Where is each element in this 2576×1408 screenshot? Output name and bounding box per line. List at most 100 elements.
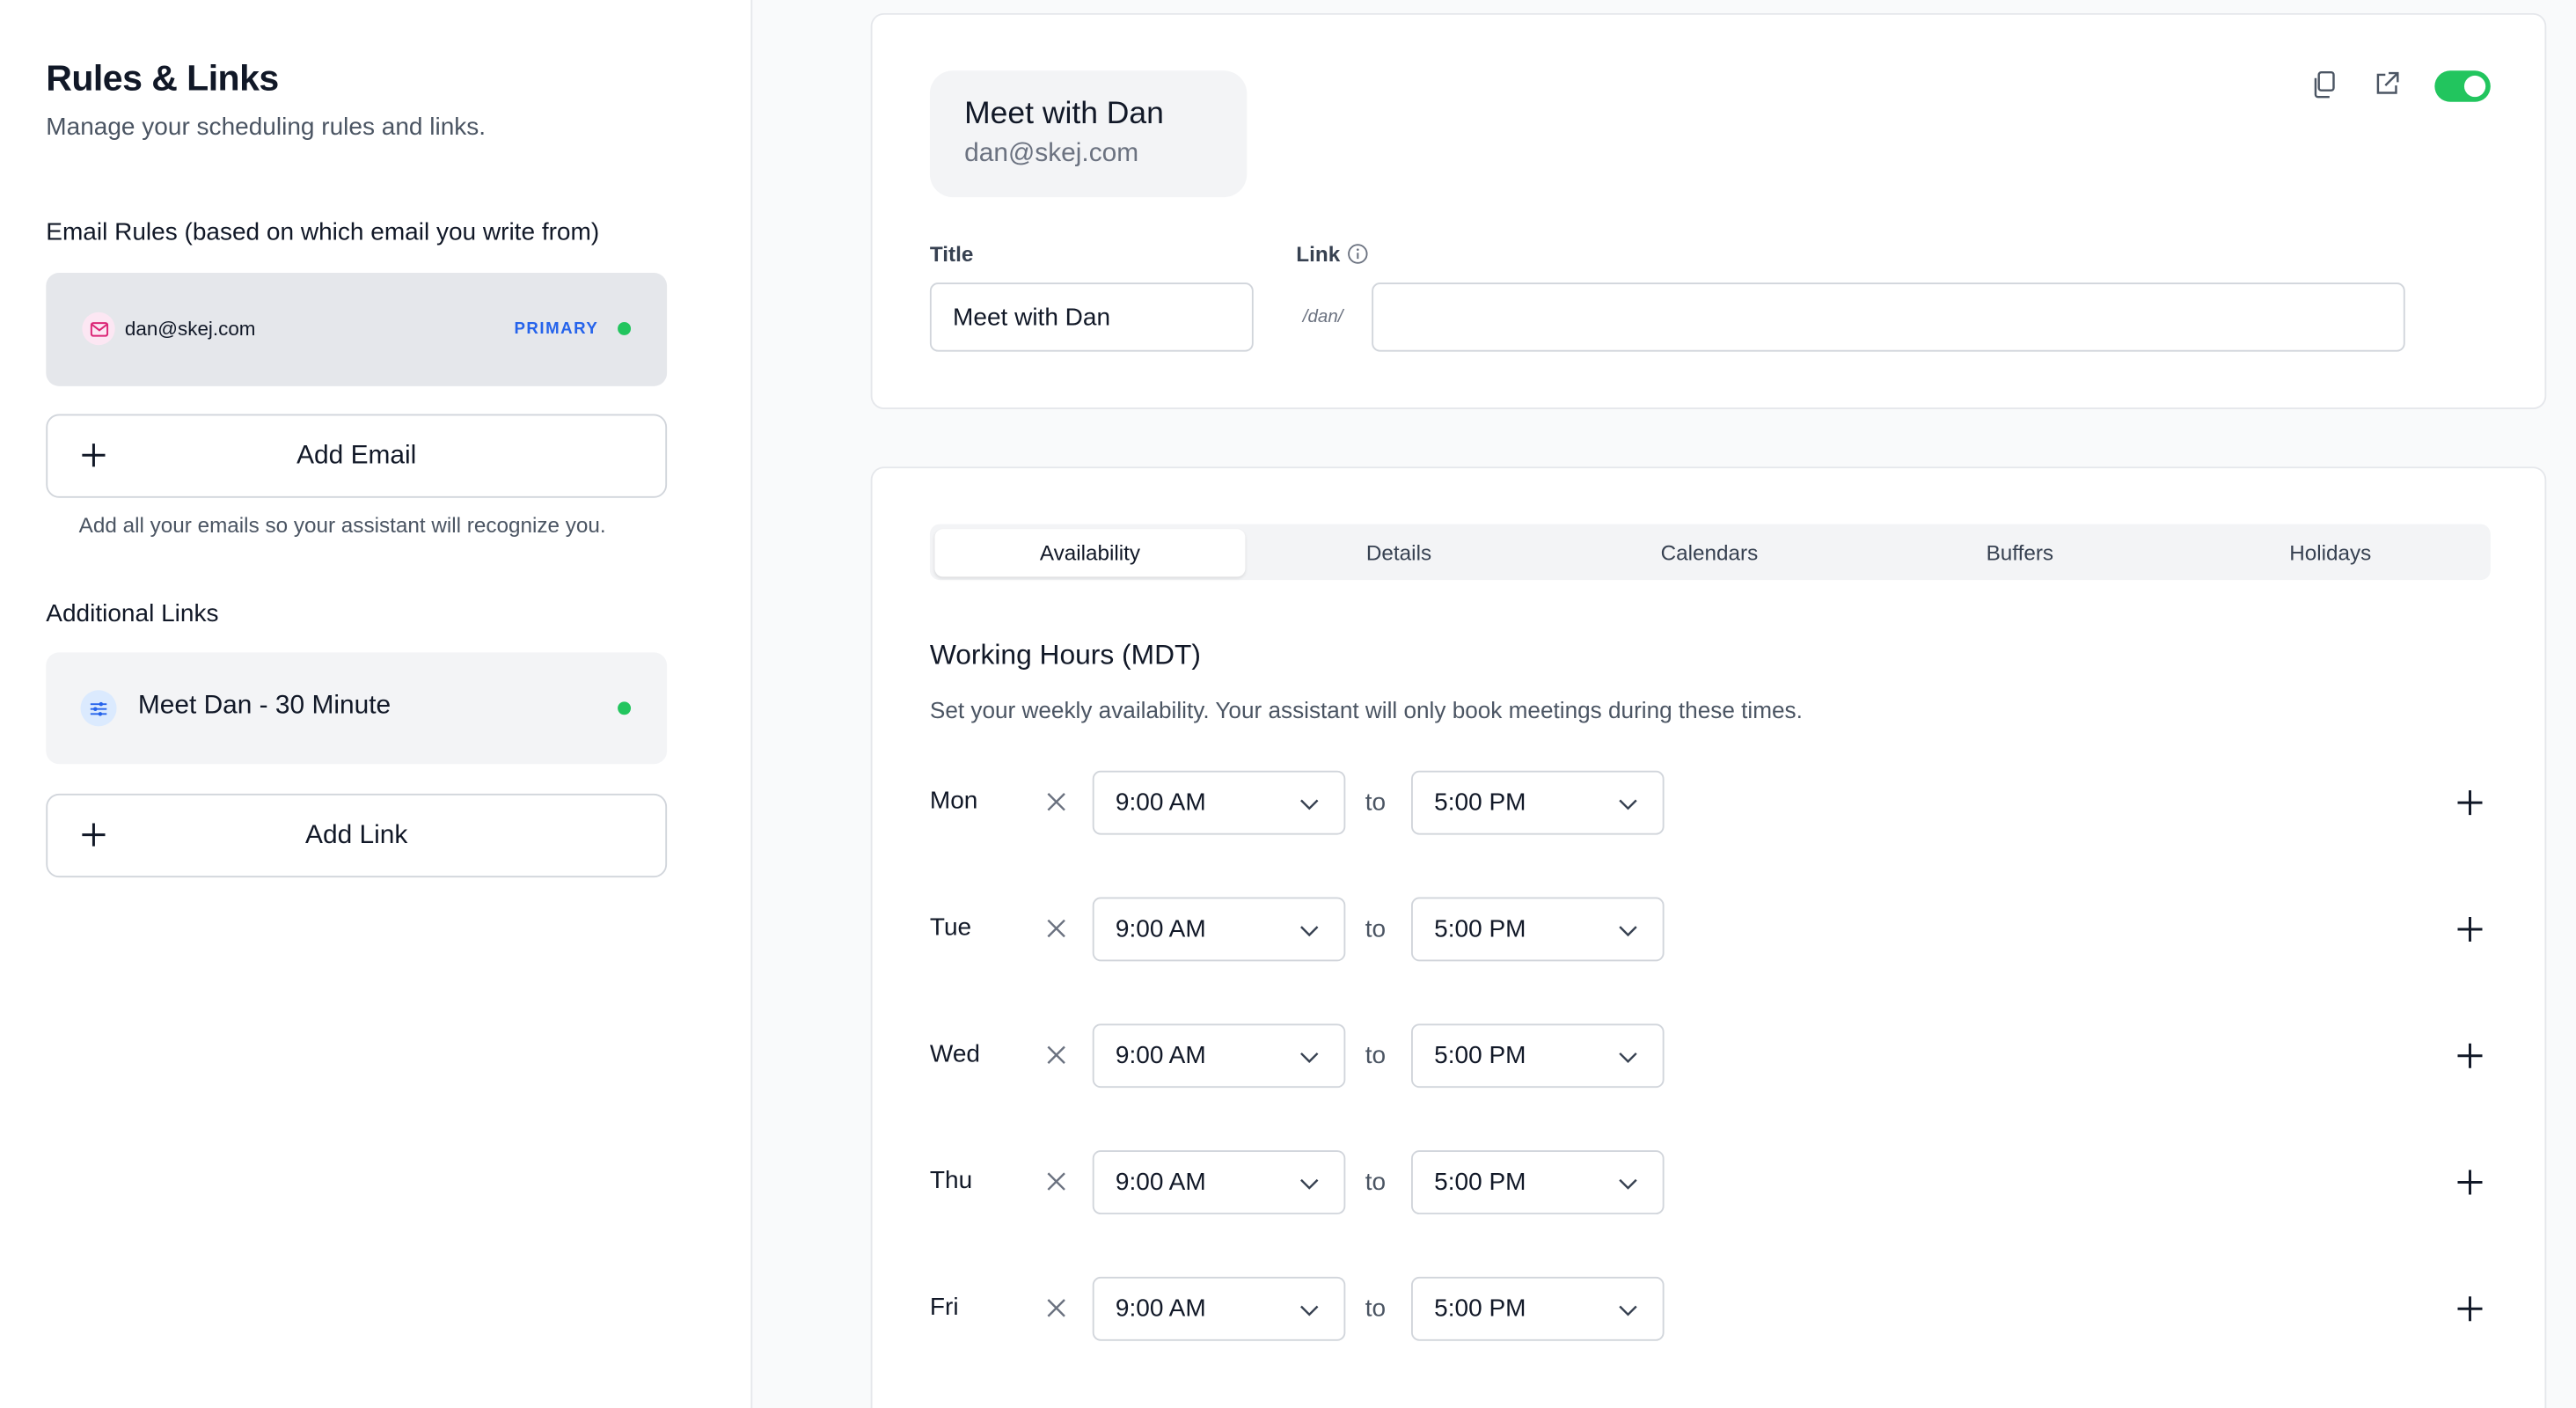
- tab-details[interactable]: Details: [1244, 529, 1555, 576]
- end-time-value: 5:00 PM: [1434, 1041, 1526, 1070]
- add-link-button[interactable]: Add Link: [46, 793, 668, 878]
- tab-calendars[interactable]: Calendars: [1554, 529, 1864, 576]
- title-input[interactable]: Meet with Dan: [929, 282, 1254, 352]
- day-label: Fri: [929, 1293, 959, 1322]
- add-time-range-icon[interactable]: [2456, 1169, 2485, 1197]
- working-hours-subtitle: Set your weekly availability. Your assis…: [929, 696, 1803, 723]
- start-time-select[interactable]: 9:00 AM: [1092, 897, 1346, 962]
- chevron-down-icon: [1619, 926, 1637, 937]
- remove-day-icon[interactable]: [1045, 1044, 1068, 1067]
- email-rule-item[interactable]: dan@skej.com PRIMARY: [46, 272, 668, 386]
- to-label: to: [1365, 1294, 1387, 1324]
- chevron-down-icon: [1619, 1052, 1637, 1063]
- remove-day-icon[interactable]: [1045, 1170, 1068, 1193]
- app-root: Rules & Links Manage your scheduling rul…: [0, 0, 2576, 1408]
- primary-badge: PRIMARY: [514, 319, 599, 338]
- working-hours-title: Working Hours (MDT): [929, 639, 1201, 671]
- to-label: to: [1365, 1168, 1387, 1197]
- to-label: to: [1365, 1041, 1387, 1070]
- add-email-button[interactable]: Add Email: [46, 414, 668, 498]
- active-status-dot: [618, 321, 632, 335]
- start-time-select[interactable]: 9:00 AM: [1092, 770, 1346, 835]
- start-time-select[interactable]: 9:00 AM: [1092, 1023, 1346, 1089]
- add-time-range-icon[interactable]: [2456, 1042, 2485, 1070]
- external-link-icon[interactable]: [2374, 70, 2400, 105]
- end-time-select[interactable]: 5:00 PM: [1411, 770, 1665, 835]
- add-time-range-icon[interactable]: [2456, 1294, 2485, 1323]
- plus-icon: [82, 444, 106, 467]
- additional-links-heading: Additional Links: [46, 599, 219, 628]
- end-time-value: 5:00 PM: [1434, 1168, 1526, 1197]
- start-time-select[interactable]: 9:00 AM: [1092, 1276, 1346, 1341]
- settings-tabs: Availability Details Calendars Buffers H…: [929, 524, 2491, 581]
- sidebar-subtitle: Manage your scheduling rules and links.: [46, 113, 487, 142]
- remove-day-icon[interactable]: [1045, 790, 1068, 813]
- chevron-down-icon: [1300, 926, 1319, 937]
- add-email-label: Add Email: [296, 441, 417, 470]
- end-time-select[interactable]: 5:00 PM: [1411, 897, 1665, 962]
- chevron-down-icon: [1619, 799, 1637, 810]
- add-time-range-icon[interactable]: [2456, 788, 2485, 817]
- link-enabled-toggle[interactable]: [2434, 70, 2491, 102]
- chevron-down-icon: [1300, 1052, 1319, 1063]
- sidebar-title: Rules & Links: [46, 57, 279, 99]
- title-label-text: Title: [929, 241, 974, 267]
- link-item-label: Meet Dan - 30 Minute: [137, 692, 392, 720]
- tab-availability[interactable]: Availability: [934, 529, 1246, 577]
- to-label: to: [1365, 788, 1387, 818]
- end-time-value: 5:00 PM: [1434, 788, 1526, 818]
- add-link-label: Add Link: [305, 820, 408, 849]
- end-time-select[interactable]: 5:00 PM: [1411, 1276, 1665, 1341]
- chevron-down-icon: [1300, 1178, 1319, 1190]
- add-email-hint: Add all your emails so your assistant wi…: [78, 512, 606, 538]
- profile-name: Meet with Dan: [964, 97, 1164, 132]
- start-time-value: 9:00 AM: [1115, 915, 1206, 943]
- chevron-down-icon: [1300, 1305, 1319, 1316]
- day-row-thu: Thu 9:00 AM to 5:00 PM: [930, 1150, 2491, 1214]
- day-label: Tue: [929, 913, 972, 942]
- day-row-fri: Fri 9:00 AM to 5:00 PM: [929, 1276, 2491, 1341]
- day-label: Mon: [929, 787, 978, 816]
- day-row-wed: Wed 9:00 AM to 5:00 PM: [929, 1023, 2491, 1089]
- link-prefix: /dan/: [1302, 307, 1343, 327]
- title-field-label: Title: [930, 241, 973, 266]
- end-time-value: 5:00 PM: [1434, 915, 1526, 943]
- link-field-label: Link: [1296, 241, 1368, 267]
- start-time-value: 9:00 AM: [1115, 1294, 1206, 1324]
- add-time-range-icon[interactable]: [2456, 915, 2485, 943]
- tab-holidays[interactable]: Holidays: [2175, 529, 2485, 576]
- day-label: Wed: [929, 1040, 980, 1068]
- availability-card: Availability Details Calendars Buffers H…: [870, 466, 2547, 1408]
- sidebar: Rules & Links Manage your scheduling rul…: [0, 0, 753, 1408]
- start-time-select[interactable]: 9:00 AM: [1092, 1150, 1346, 1214]
- mail-icon: [82, 312, 115, 346]
- active-status-dot: [618, 701, 632, 715]
- to-label: to: [1365, 915, 1387, 943]
- email-rule-address: dan@skej.com: [124, 317, 256, 341]
- email-rules-heading: Email Rules (based on which email you wr…: [46, 218, 600, 247]
- profile-email: dan@skej.com: [964, 139, 1139, 168]
- link-slug-input[interactable]: [1372, 282, 2405, 352]
- chevron-down-icon: [1619, 1178, 1637, 1190]
- profile-chip: Meet with Dan dan@skej.com: [929, 70, 1248, 198]
- start-time-value: 9:00 AM: [1115, 1041, 1206, 1070]
- chevron-down-icon: [1300, 799, 1319, 810]
- info-icon[interactable]: [1347, 243, 1368, 264]
- tab-buffers[interactable]: Buffers: [1864, 529, 2175, 576]
- end-time-value: 5:00 PM: [1434, 1294, 1526, 1324]
- end-time-select[interactable]: 5:00 PM: [1411, 1150, 1665, 1214]
- day-row-mon: Mon 9:00 AM to 5:00 PM: [929, 770, 2491, 835]
- end-time-select[interactable]: 5:00 PM: [1411, 1023, 1665, 1089]
- chevron-down-icon: [1619, 1305, 1637, 1316]
- link-item-meet-dan-30[interactable]: Meet Dan - 30 Minute: [46, 652, 668, 765]
- link-settings-card: Meet with Dan dan@skej.com Title Meet wi…: [870, 12, 2547, 409]
- plus-icon: [82, 823, 106, 847]
- copy-icon[interactable]: [2311, 70, 2338, 106]
- start-time-value: 9:00 AM: [1115, 1168, 1206, 1197]
- start-time-value: 9:00 AM: [1115, 788, 1206, 818]
- link-label-text: Link: [1296, 241, 1341, 267]
- remove-day-icon[interactable]: [1045, 1296, 1068, 1319]
- remove-day-icon[interactable]: [1045, 917, 1068, 940]
- day-label: Thu: [929, 1166, 973, 1195]
- sliders-icon: [80, 690, 117, 727]
